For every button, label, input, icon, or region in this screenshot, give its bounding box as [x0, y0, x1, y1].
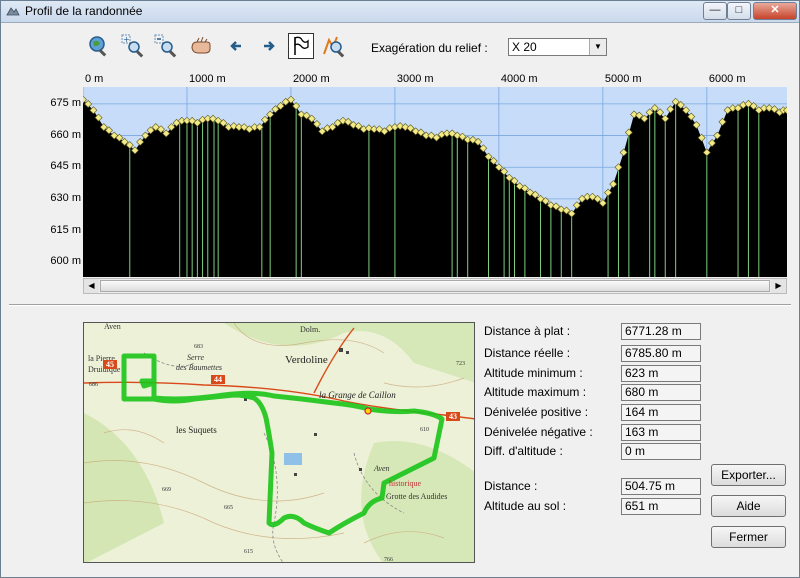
map-label-baumettes: des Baumettes — [176, 363, 222, 372]
map-label-historique: historique — [389, 479, 421, 488]
y-tick-label: 600 m — [50, 255, 81, 268]
stat-value-negative-gain: 163 m — [621, 424, 701, 441]
stat-value-positive-gain: 164 m — [621, 404, 701, 421]
x-tick-label: 2000 m — [293, 73, 330, 85]
zoom-relief-icon — [323, 36, 345, 58]
close-window-button[interactable]: ✕ — [753, 2, 797, 20]
scroll-right-icon[interactable]: ▶ — [771, 279, 786, 293]
map-label-serre: Serre — [187, 353, 204, 362]
stat-value-min-altitude: 623 m — [621, 365, 701, 382]
y-tick-label: 645 m — [50, 160, 81, 173]
chevron-down-icon[interactable]: ▼ — [589, 39, 606, 55]
exaggeration-value: X 20 — [512, 40, 537, 54]
cursor-label-ground-altitude: Altitude au sol : — [484, 499, 567, 513]
map-label-aven-top: Aven — [104, 323, 121, 331]
arrow-right-icon — [264, 41, 275, 51]
y-tick-label: 615 m — [50, 223, 81, 236]
app-icon — [6, 7, 20, 16]
window-title: Profil de la randonnée — [25, 4, 143, 18]
exaggeration-select[interactable]: X 20 ▼ — [508, 38, 607, 56]
profile-scrollbar[interactable]: ◀ ▶ — [83, 278, 787, 294]
arrow-left-icon — [230, 41, 241, 51]
next-button[interactable] — [257, 34, 281, 58]
map-label-verdoline: Verdoline — [285, 354, 328, 366]
map-label-alt-766: 766 — [384, 557, 393, 563]
map-label-grange: la Grange de Caillon — [319, 390, 396, 400]
map-label-alt-723: 723 — [456, 361, 465, 367]
profile-window: Profil de la randonnée — □ ✕ + Exagérati… — [0, 0, 800, 578]
stat-value-max-altitude: 680 m — [621, 384, 701, 401]
map-road-43-badge: 43 — [449, 412, 457, 421]
stat-label-negative-gain: Dénivelée négative : — [484, 425, 593, 439]
x-tick-label: 4000 m — [501, 73, 538, 85]
svg-text:+: + — [123, 35, 130, 44]
map-road-44-badge: 44 — [214, 375, 222, 384]
map-label-alt-610: 610 — [420, 427, 429, 433]
close-icon: ✕ — [770, 4, 780, 16]
y-tick-label: 675 m — [50, 96, 81, 109]
zoom-out-icon — [154, 34, 177, 58]
map-road-45-badge: 45 — [106, 360, 114, 369]
minimize-button[interactable]: — — [703, 2, 727, 20]
scrollbar-thumb[interactable] — [100, 280, 770, 292]
profile-flag-icon — [294, 36, 309, 55]
x-tick-label: 1000 m — [189, 73, 226, 85]
map-label-alt-665: 665 — [224, 505, 233, 511]
map-label-aven: Aven — [373, 464, 390, 473]
y-tick-label: 630 m — [50, 191, 81, 204]
profile-mode-button[interactable] — [288, 33, 314, 59]
route-map-svg[interactable]: Aven Dolm. la Pierre Druidique Serre des… — [84, 323, 475, 563]
zoom-globe-icon — [89, 36, 107, 57]
stat-label-positive-gain: Dénivelée positive : — [484, 405, 589, 419]
title-bar[interactable]: Profil de la randonnée — □ ✕ — [1, 1, 799, 23]
zoom-all-button[interactable] — [87, 34, 111, 58]
map-label-les-suquets: les Suquets — [176, 425, 217, 435]
stat-label-min-altitude: Altitude minimum : — [484, 366, 583, 380]
exaggeration-label: Exagération du relief : — [371, 41, 488, 55]
x-tick-label: 0 m — [85, 73, 103, 85]
map-label-alt-683: 683 — [194, 344, 203, 350]
cursor-value-distance: 504.75 m — [621, 478, 701, 495]
route-map[interactable]: Aven Dolm. la Pierre Druidique Serre des… — [83, 322, 475, 563]
map-label-audides: Grotte des Audides — [386, 492, 447, 501]
cursor-label-distance: Distance : — [484, 479, 538, 493]
stat-label-real-distance: Distance réelle : — [484, 346, 571, 360]
map-label-alt-615: 615 — [244, 549, 253, 555]
pan-hand-icon — [191, 36, 211, 54]
elevation-profile-svg[interactable]: 0 m 1000 m 2000 m 3000 m 4000 m 5000 m 6000 m — [79, 71, 791, 281]
x-tick-label: 3000 m — [397, 73, 434, 85]
zoom-in-button[interactable]: + — [121, 34, 145, 58]
x-tick-label: 6000 m — [709, 73, 746, 85]
scroll-left-icon[interactable]: ◀ — [84, 279, 99, 293]
close-button[interactable]: Fermer — [711, 526, 786, 548]
map-label-dolm: Dolm. — [300, 325, 320, 334]
stat-value-altitude-diff: 0 m — [621, 443, 701, 460]
help-button[interactable]: Aide — [711, 495, 786, 517]
previous-button[interactable] — [225, 34, 249, 58]
export-button[interactable]: Exporter... — [711, 464, 786, 486]
y-tick-label: 660 m — [50, 128, 81, 141]
splitter[interactable] — [9, 304, 791, 306]
stat-label-altitude-diff: Diff. d'altitude : — [484, 444, 563, 458]
zoom-in-icon: + — [121, 34, 144, 58]
minimize-icon: — — [709, 4, 721, 16]
maximize-button[interactable]: □ — [727, 2, 751, 20]
zoom-out-button[interactable] — [154, 34, 178, 58]
x-tick-label: 5000 m — [605, 73, 642, 85]
stat-value-real-distance: 6785.80 m — [621, 345, 701, 362]
cursor-value-ground-altitude: 651 m — [621, 498, 701, 515]
zoom-relief-button[interactable] — [322, 34, 346, 58]
stat-label-flat-distance: Distance à plat : — [484, 324, 571, 338]
pan-button[interactable] — [189, 34, 213, 58]
maximize-icon: □ — [735, 4, 743, 16]
stat-label-max-altitude: Altitude maximum : — [484, 385, 587, 399]
map-label-alt-669: 669 — [162, 487, 171, 493]
stat-value-flat-distance: 6771.28 m — [621, 323, 701, 340]
map-label-alt-686: 686 — [89, 382, 98, 388]
elevation-profile-chart[interactable]: 0 m 1000 m 2000 m 3000 m 4000 m 5000 m 6000 m … — [50, 71, 791, 281]
